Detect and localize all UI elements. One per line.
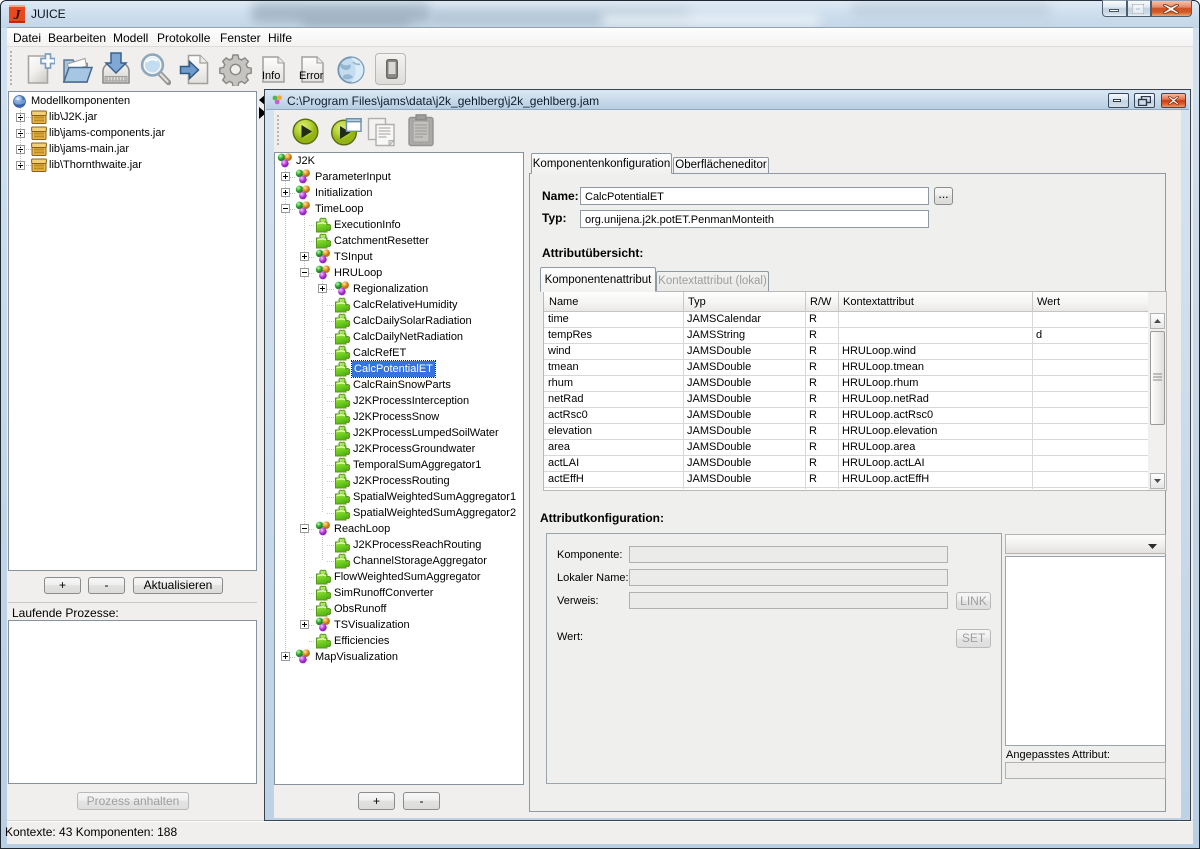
svg-text:J: J (13, 8, 22, 23)
